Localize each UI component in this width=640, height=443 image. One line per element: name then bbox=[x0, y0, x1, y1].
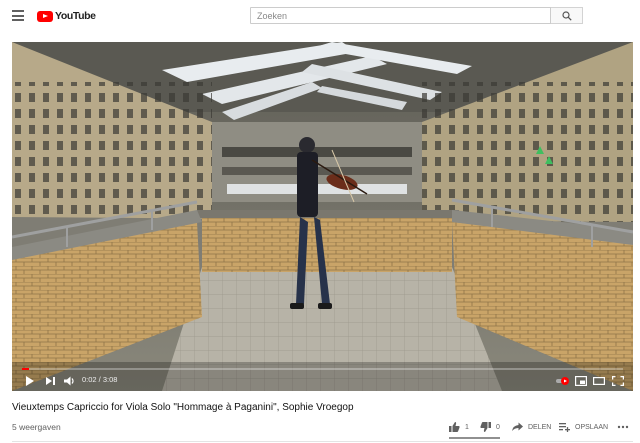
autoplay-toggle-icon[interactable] bbox=[556, 376, 570, 386]
progress-bar[interactable] bbox=[22, 368, 623, 370]
video-player[interactable]: 0:02 / 3:08 bbox=[12, 42, 633, 391]
save-button[interactable]: OPSLAAN bbox=[559, 420, 608, 434]
search-icon bbox=[561, 10, 572, 21]
more-icon bbox=[617, 425, 629, 429]
logo-text: YouTube bbox=[55, 10, 96, 22]
add-to-playlist-icon bbox=[559, 423, 570, 432]
theater-icon[interactable] bbox=[593, 376, 605, 386]
play-icon[interactable] bbox=[24, 376, 36, 386]
masthead: YouTube bbox=[0, 0, 640, 32]
miniplayer-icon[interactable] bbox=[575, 376, 587, 386]
view-count: 5 weergaven bbox=[12, 422, 61, 432]
divider bbox=[12, 441, 633, 442]
dislike-count: 0 bbox=[496, 423, 500, 431]
thumbs-up-icon bbox=[449, 422, 460, 432]
fullscreen-icon[interactable] bbox=[612, 376, 624, 386]
volume-icon[interactable] bbox=[64, 376, 76, 386]
youtube-logo[interactable]: YouTube bbox=[37, 10, 96, 22]
youtube-logo-icon bbox=[37, 10, 53, 22]
video-frame bbox=[12, 42, 633, 391]
next-icon[interactable] bbox=[45, 376, 57, 386]
progress-fill bbox=[22, 368, 29, 370]
player-controls: 0:02 / 3:08 bbox=[12, 371, 633, 391]
search-input[interactable] bbox=[250, 7, 551, 24]
like-button[interactable]: 1 bbox=[449, 420, 469, 434]
more-actions-button[interactable] bbox=[617, 420, 634, 434]
share-icon bbox=[512, 422, 523, 431]
like-count: 1 bbox=[465, 423, 469, 431]
sentiment-bar bbox=[449, 437, 500, 439]
dislike-button[interactable]: 0 bbox=[480, 420, 500, 434]
save-label: OPSLAAN bbox=[575, 423, 609, 431]
share-label: DELEN bbox=[528, 423, 552, 431]
video-title: Vieuxtemps Capriccio for Viola Solo "Hom… bbox=[12, 402, 354, 413]
search-button[interactable] bbox=[551, 7, 583, 24]
time-display: 0:02 / 3:08 bbox=[82, 375, 118, 384]
hamburger-menu-icon[interactable] bbox=[12, 10, 24, 21]
share-button[interactable]: DELEN bbox=[512, 420, 551, 434]
thumbs-down-icon bbox=[480, 422, 491, 432]
